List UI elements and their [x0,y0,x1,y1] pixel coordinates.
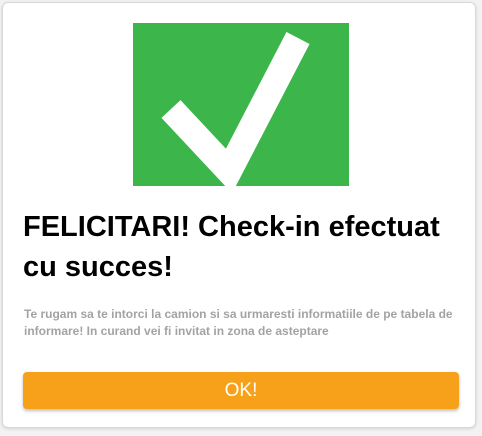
ok-button[interactable]: OK! [23,372,459,409]
dialog-message: Te rugam sa te intorci la camion si sa u… [24,307,453,338]
checkmark-icon [161,32,310,186]
success-dialog: FELICITARI! Check-in efectuat cu succes!… [2,2,476,428]
success-badge [133,23,349,186]
dialog-title: FELICITARI! Check-in efectuat cu succes! [23,211,440,283]
